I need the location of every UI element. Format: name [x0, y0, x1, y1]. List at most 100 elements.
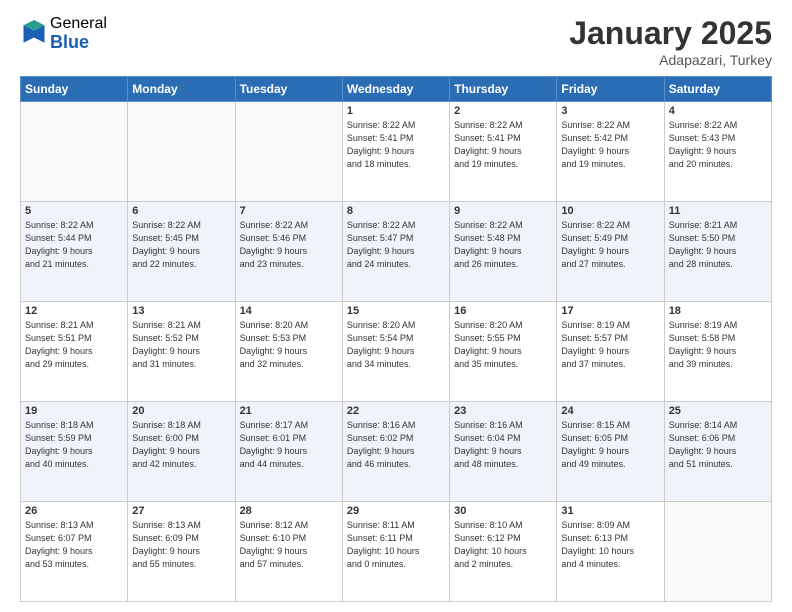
day-number: 1 [347, 105, 445, 117]
day-number: 20 [132, 405, 230, 417]
day-info: Sunrise: 8:16 AM Sunset: 6:04 PM Dayligh… [454, 419, 552, 471]
table-row: 16 Sunrise: 8:20 AM Sunset: 5:55 PM Dayli… [450, 302, 557, 402]
col-saturday: Saturday [664, 77, 771, 102]
day-number: 9 [454, 205, 552, 217]
table-row: 4 Sunrise: 8:22 AM Sunset: 5:43 PM Daylig… [664, 102, 771, 202]
day-info: Sunrise: 8:12 AM Sunset: 6:10 PM Dayligh… [240, 519, 338, 571]
day-info: Sunrise: 8:15 AM Sunset: 6:05 PM Dayligh… [561, 419, 659, 471]
day-number: 2 [454, 105, 552, 117]
calendar-week-row: 1 Sunrise: 8:22 AM Sunset: 5:41 PM Daylig… [21, 102, 772, 202]
col-tuesday: Tuesday [235, 77, 342, 102]
day-info: Sunrise: 8:20 AM Sunset: 5:54 PM Dayligh… [347, 319, 445, 371]
calendar-week-row: 19 Sunrise: 8:18 AM Sunset: 5:59 PM Dayli… [21, 402, 772, 502]
table-row: 13 Sunrise: 8:21 AM Sunset: 5:52 PM Dayli… [128, 302, 235, 402]
table-row: 18Sunrise: 8:19 AM Sunset: 5:58 PM Dayli… [664, 302, 771, 402]
day-info: Sunrise: 8:09 AM Sunset: 6:13 PM Dayligh… [561, 519, 659, 571]
day-info: Sunrise: 8:20 AM Sunset: 5:53 PM Dayligh… [240, 319, 338, 371]
title-block: January 2025 Adapazari, Turkey [569, 15, 772, 68]
day-info: Sunrise: 8:22 AM Sunset: 5:43 PM Dayligh… [669, 119, 767, 171]
table-row: 3Sunrise: 8:22 AM Sunset: 5:42 PM Daylig… [557, 102, 664, 202]
day-number: 11 [669, 205, 767, 217]
day-number: 6 [132, 205, 230, 217]
calendar-week-row: 5 Sunrise: 8:22 AM Sunset: 5:44 PM Daylig… [21, 202, 772, 302]
day-number: 24 [561, 405, 659, 417]
table-row: 10 Sunrise: 8:22 AM Sunset: 5:49 PM Dayli… [557, 202, 664, 302]
day-info: Sunrise: 8:18 AM Sunset: 6:00 PM Dayligh… [132, 419, 230, 471]
table-row: 23Sunrise: 8:16 AM Sunset: 6:04 PM Dayli… [450, 402, 557, 502]
day-info: Sunrise: 8:22 AM Sunset: 5:48 PM Dayligh… [454, 219, 552, 271]
day-info: Sunrise: 8:22 AM Sunset: 5:41 PM Dayligh… [454, 119, 552, 171]
day-info: Sunrise: 8:19 AM Sunset: 5:57 PM Dayligh… [561, 319, 659, 371]
day-info: Sunrise: 8:17 AM Sunset: 6:01 PM Dayligh… [240, 419, 338, 471]
day-number: 22 [347, 405, 445, 417]
table-row: 29 Sunrise: 8:11 AM Sunset: 6:11 PM Dayli… [342, 502, 449, 602]
table-row: 15Sunrise: 8:20 AM Sunset: 5:54 PM Dayli… [342, 302, 449, 402]
day-info: Sunrise: 8:18 AM Sunset: 5:59 PM Dayligh… [25, 419, 123, 471]
day-number: 25 [669, 405, 767, 417]
table-row: 5 Sunrise: 8:22 AM Sunset: 5:44 PM Daylig… [21, 202, 128, 302]
day-info: Sunrise: 8:22 AM Sunset: 5:41 PM Dayligh… [347, 119, 445, 171]
day-number: 4 [669, 105, 767, 117]
day-number: 8 [347, 205, 445, 217]
col-wednesday: Wednesday [342, 77, 449, 102]
col-monday: Monday [128, 77, 235, 102]
logo-general: General [50, 15, 107, 33]
day-info: Sunrise: 8:14 AM Sunset: 6:06 PM Dayligh… [669, 419, 767, 471]
table-row: 19 Sunrise: 8:18 AM Sunset: 5:59 PM Dayli… [21, 402, 128, 502]
table-row [235, 102, 342, 202]
day-info: Sunrise: 8:22 AM Sunset: 5:44 PM Dayligh… [25, 219, 123, 271]
day-info: Sunrise: 8:22 AM Sunset: 5:42 PM Dayligh… [561, 119, 659, 171]
table-row: 24 Sunrise: 8:15 AM Sunset: 6:05 PM Dayli… [557, 402, 664, 502]
table-row: 9 Sunrise: 8:22 AM Sunset: 5:48 PM Daylig… [450, 202, 557, 302]
location: Adapazari, Turkey [569, 52, 772, 68]
day-number: 21 [240, 405, 338, 417]
day-number: 28 [240, 505, 338, 517]
day-info: Sunrise: 8:11 AM Sunset: 6:11 PM Dayligh… [347, 519, 445, 571]
day-info: Sunrise: 8:22 AM Sunset: 5:49 PM Dayligh… [561, 219, 659, 271]
calendar: Sunday Monday Tuesday Wednesday Thursday… [20, 76, 772, 602]
day-info: Sunrise: 8:16 AM Sunset: 6:02 PM Dayligh… [347, 419, 445, 471]
day-info: Sunrise: 8:21 AM Sunset: 5:52 PM Dayligh… [132, 319, 230, 371]
table-row: 1 Sunrise: 8:22 AM Sunset: 5:41 PM Daylig… [342, 102, 449, 202]
page: General Blue January 2025 Adapazari, Tur… [0, 0, 792, 612]
table-row [664, 502, 771, 602]
header: General Blue January 2025 Adapazari, Tur… [20, 15, 772, 68]
table-row [128, 102, 235, 202]
day-number: 13 [132, 305, 230, 317]
table-row: 8 Sunrise: 8:22 AM Sunset: 5:47 PM Daylig… [342, 202, 449, 302]
calendar-week-row: 26Sunrise: 8:13 AM Sunset: 6:07 PM Dayli… [21, 502, 772, 602]
day-info: Sunrise: 8:20 AM Sunset: 5:55 PM Dayligh… [454, 319, 552, 371]
day-number: 14 [240, 305, 338, 317]
day-info: Sunrise: 8:22 AM Sunset: 5:47 PM Dayligh… [347, 219, 445, 271]
table-row: 7Sunrise: 8:22 AM Sunset: 5:46 PM Daylig… [235, 202, 342, 302]
table-row: 20 Sunrise: 8:18 AM Sunset: 6:00 PM Dayli… [128, 402, 235, 502]
day-info: Sunrise: 8:19 AM Sunset: 5:58 PM Dayligh… [669, 319, 767, 371]
table-row: 27Sunrise: 8:13 AM Sunset: 6:09 PM Dayli… [128, 502, 235, 602]
logo-blue: Blue [50, 33, 107, 53]
table-row: 26Sunrise: 8:13 AM Sunset: 6:07 PM Dayli… [21, 502, 128, 602]
day-number: 17 [561, 305, 659, 317]
day-info: Sunrise: 8:13 AM Sunset: 6:07 PM Dayligh… [25, 519, 123, 571]
day-number: 31 [561, 505, 659, 517]
table-row: 6Sunrise: 8:22 AM Sunset: 5:45 PM Daylig… [128, 202, 235, 302]
day-info: Sunrise: 8:10 AM Sunset: 6:12 PM Dayligh… [454, 519, 552, 571]
table-row: 30Sunrise: 8:10 AM Sunset: 6:12 PM Dayli… [450, 502, 557, 602]
calendar-week-row: 12Sunrise: 8:21 AM Sunset: 5:51 PM Dayli… [21, 302, 772, 402]
table-row: 28 Sunrise: 8:12 AM Sunset: 6:10 PM Dayli… [235, 502, 342, 602]
day-info: Sunrise: 8:21 AM Sunset: 5:50 PM Dayligh… [669, 219, 767, 271]
logo-text: General Blue [50, 15, 107, 52]
day-number: 16 [454, 305, 552, 317]
day-number: 12 [25, 305, 123, 317]
day-number: 27 [132, 505, 230, 517]
calendar-header-row: Sunday Monday Tuesday Wednesday Thursday… [21, 77, 772, 102]
col-friday: Friday [557, 77, 664, 102]
day-number: 19 [25, 405, 123, 417]
table-row: 21 Sunrise: 8:17 AM Sunset: 6:01 PM Dayli… [235, 402, 342, 502]
day-number: 10 [561, 205, 659, 217]
table-row [21, 102, 128, 202]
month-title: January 2025 [569, 15, 772, 52]
table-row: 2 Sunrise: 8:22 AM Sunset: 5:41 PM Daylig… [450, 102, 557, 202]
table-row: 12Sunrise: 8:21 AM Sunset: 5:51 PM Dayli… [21, 302, 128, 402]
day-number: 5 [25, 205, 123, 217]
day-number: 29 [347, 505, 445, 517]
